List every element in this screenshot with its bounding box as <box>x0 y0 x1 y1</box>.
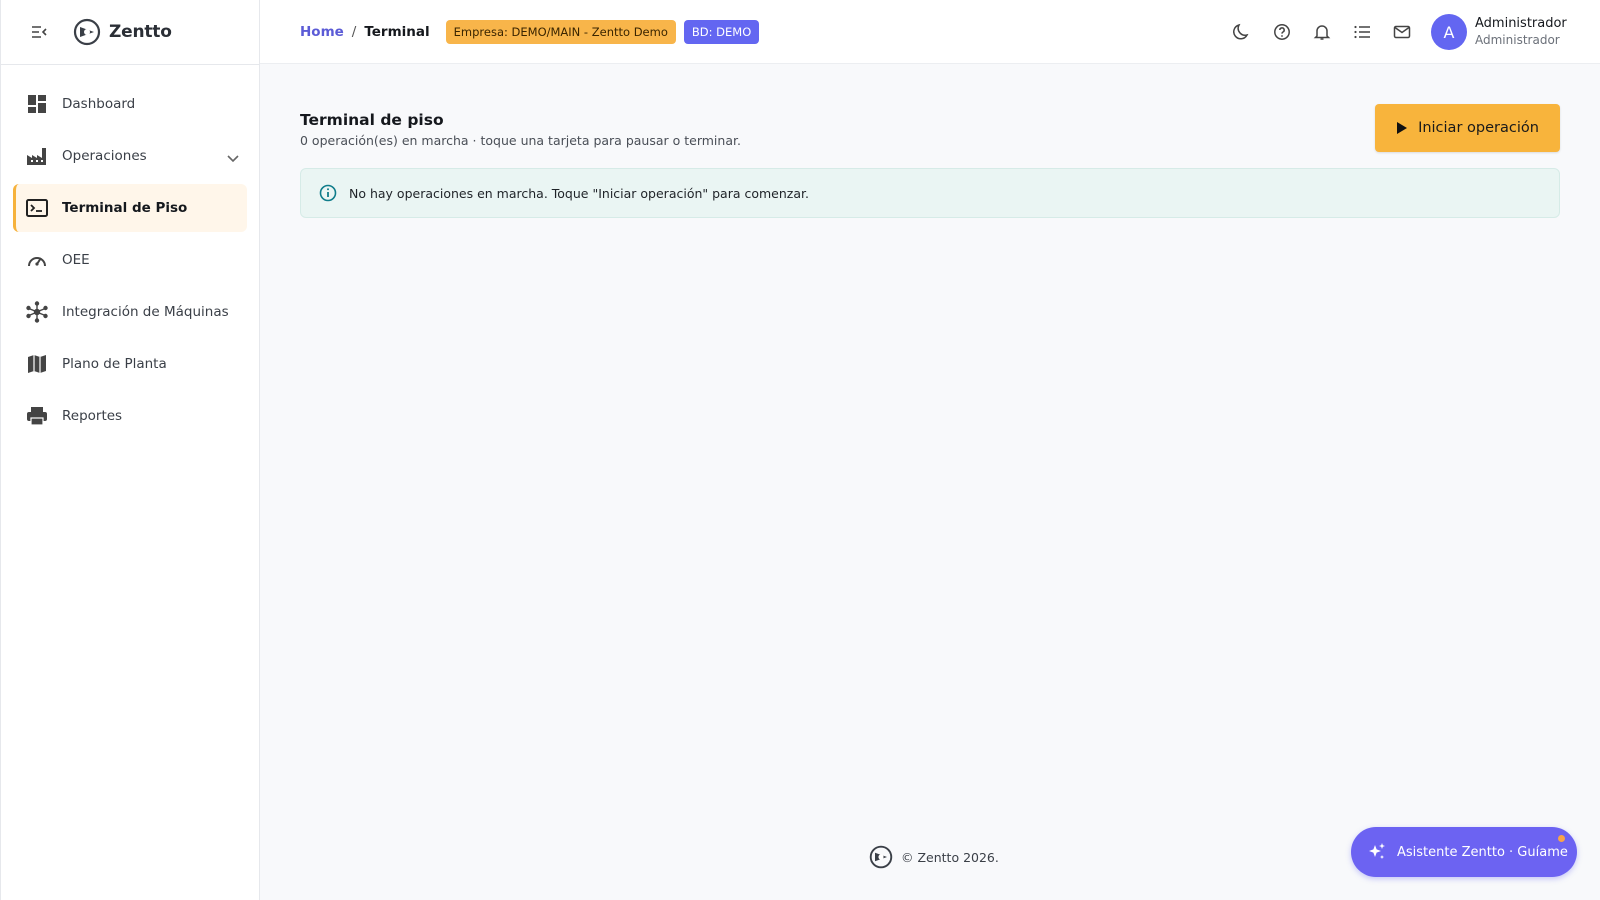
chevron-down-icon[interactable] <box>227 148 239 167</box>
brand-name: Zentto <box>109 22 172 42</box>
breadcrumb-current: Terminal <box>364 23 430 40</box>
info-icon <box>319 184 337 202</box>
sparkle-icon <box>1369 843 1385 859</box>
assistant-label: Asistente Zentto · Guíame <box>1397 844 1568 860</box>
bell-icon[interactable] <box>1310 20 1334 44</box>
start-operation-label: Iniciar operación <box>1418 120 1539 136</box>
page-title: Terminal de piso <box>300 111 444 129</box>
sidebar: Zentto Dashboard Operaciones Terminal de… <box>0 0 260 900</box>
factory-icon <box>26 145 48 167</box>
sidebar-item-reportes[interactable]: Reportes <box>13 392 247 440</box>
sidebar-item-label: Dashboard <box>62 96 136 112</box>
sidebar-item-terminal-de-piso[interactable]: Terminal de Piso <box>13 184 247 232</box>
brand-logo[interactable]: Zentto <box>73 18 172 46</box>
sidebar-header: Zentto <box>1 0 259 65</box>
topbar: Home / Terminal Empresa: DEMO/MAIN - Zen… <box>260 0 1600 64</box>
sidebar-item-label: Reportes <box>62 408 123 424</box>
menu-collapse-icon <box>32 26 47 38</box>
breadcrumb: Home / Terminal <box>300 24 430 40</box>
info-alert-text: No hay operaciones en marcha. Toque "Ini… <box>349 185 809 201</box>
sidebar-item-dashboard[interactable]: Dashboard <box>13 80 247 128</box>
gauge-icon <box>26 249 48 271</box>
sidebar-item-integracion-de-maquinas[interactable]: Integración de Máquinas <box>13 288 247 336</box>
sidebar-item-label: Integración de Máquinas <box>62 304 229 320</box>
sidebar-item-label: OEE <box>62 252 90 268</box>
topbar-actions <box>1230 20 1430 44</box>
map-icon <box>26 353 48 375</box>
sidebar-item-label: Terminal de Piso <box>62 200 188 216</box>
footer: © Zentto 2026. <box>869 845 999 869</box>
sidebar-item-oee[interactable]: OEE <box>13 236 247 284</box>
zentto-logo-icon <box>869 845 893 869</box>
terminal-icon <box>26 197 48 219</box>
sidebar-item-plano-de-planta[interactable]: Plano de Planta <box>13 340 247 388</box>
main-content: Terminal de piso 0 operación(es) en marc… <box>300 104 1560 218</box>
page-subtitle: 0 operación(es) en marcha · toque una ta… <box>300 133 741 148</box>
play-icon <box>1397 122 1408 134</box>
company-badge: Empresa: DEMO/MAIN - Zentto Demo <box>445 19 676 44</box>
sidebar-nav: Dashboard Operaciones Terminal de Piso O… <box>1 65 259 440</box>
assistant-button[interactable]: Asistente Zentto · Guíame <box>1351 827 1577 877</box>
user-menu[interactable]: A Administrador Administrador <box>1431 14 1567 50</box>
footer-copyright: © Zentto 2026. <box>901 849 999 865</box>
start-operation-button[interactable]: Iniciar operación <box>1375 104 1560 152</box>
moon-icon[interactable] <box>1230 20 1254 44</box>
printer-icon <box>26 405 48 427</box>
user-role: Administrador <box>1475 33 1560 47</box>
breadcrumb-home-link[interactable]: Home <box>300 24 344 40</box>
help-icon[interactable] <box>1270 20 1294 44</box>
database-badge: BD: DEMO <box>683 19 760 44</box>
sidebar-item-operaciones[interactable]: Operaciones <box>13 132 247 180</box>
mail-icon[interactable] <box>1390 20 1414 44</box>
sidebar-item-label: Operaciones <box>62 148 147 164</box>
dashboard-icon <box>26 93 48 115</box>
user-name: Administrador <box>1475 16 1567 31</box>
info-alert: No hay operaciones en marcha. Toque "Ini… <box>300 168 1560 218</box>
collapse-menu-button[interactable] <box>29 22 49 42</box>
breadcrumb-separator: / <box>351 23 357 40</box>
zentto-logo-icon <box>73 18 101 46</box>
sidebar-item-label: Plano de Planta <box>62 356 167 372</box>
hub-icon <box>26 301 48 323</box>
list-icon[interactable] <box>1350 20 1374 44</box>
notification-dot <box>1558 835 1565 842</box>
avatar: A <box>1431 14 1467 50</box>
